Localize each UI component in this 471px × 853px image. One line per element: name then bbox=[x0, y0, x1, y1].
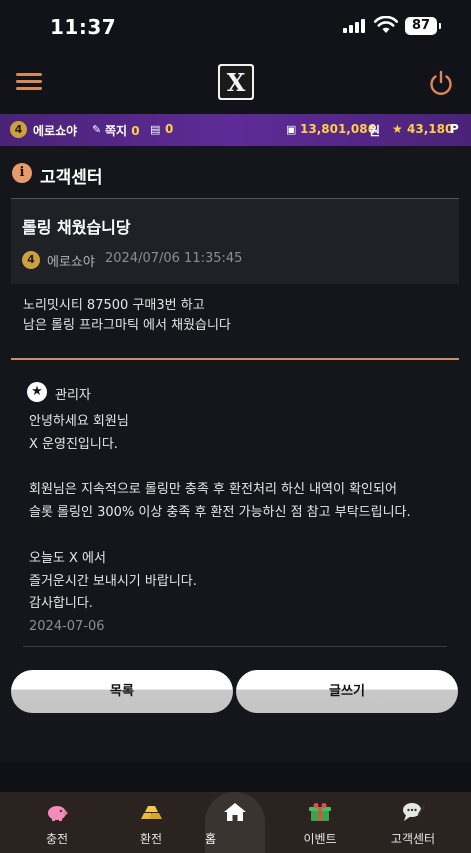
power-icon[interactable] bbox=[427, 69, 455, 97]
x-logo[interactable]: X bbox=[216, 62, 256, 102]
nav-label: 홈 bbox=[205, 832, 217, 846]
reply-body: 안녕하세요 회원님 X 운영진입니다. 회원님은 지속적으로 롤링만 충족 후 … bbox=[29, 414, 411, 612]
app-header: X bbox=[0, 52, 471, 114]
post-body-line: 남은 롤링 프라그마틱 에서 채웠습니다 bbox=[23, 318, 231, 333]
wallet-icon: ▣ bbox=[286, 123, 297, 136]
post-body-line: 노리밋시티 87500 구매3번 하고 bbox=[23, 298, 205, 313]
status-bar: 11:37 87 bbox=[0, 0, 471, 52]
divider bbox=[11, 358, 459, 360]
gift-icon bbox=[309, 803, 331, 821]
nav-label: 충전 bbox=[45, 832, 69, 846]
page-title-row: i 고객센터 bbox=[0, 146, 471, 194]
bottom-nav: 충전 환전 홈 이벤트 고객센터 bbox=[0, 792, 471, 853]
post-datetime: 2024/07/06 11:35:45 bbox=[105, 251, 243, 266]
divider bbox=[23, 646, 447, 647]
nav-home[interactable]: 홈 bbox=[205, 792, 265, 853]
write-button[interactable]: 글쓰기 bbox=[236, 670, 458, 713]
nav-event[interactable]: 이벤트 bbox=[275, 792, 365, 853]
point-balance: 43,180 bbox=[407, 122, 454, 136]
level-badge: 4 bbox=[10, 121, 27, 138]
reply-date: 2024-07-06 bbox=[29, 619, 105, 634]
nav-label: 이벤트 bbox=[303, 832, 337, 846]
hamburger-menu-icon[interactable] bbox=[16, 71, 42, 93]
nav-deposit[interactable]: 충전 bbox=[12, 792, 102, 853]
level-badge: 4 bbox=[22, 251, 40, 269]
nav-label: 고객센터 bbox=[390, 832, 436, 846]
nav-label: 환전 bbox=[139, 832, 163, 846]
svg-text:X: X bbox=[227, 68, 246, 97]
memo-link[interactable]: 쪽지 0 bbox=[105, 122, 140, 139]
message-icon: ▤ bbox=[150, 123, 161, 136]
battery-indicator: 87 bbox=[405, 17, 441, 35]
list-button[interactable]: 목록 bbox=[11, 670, 233, 713]
post-title: 롤링 채웠습니당 bbox=[22, 218, 131, 237]
support-chat-icon bbox=[403, 803, 425, 821]
money-balance: 13,801,086 bbox=[300, 122, 376, 136]
post-author: 에로쇼야 bbox=[47, 255, 95, 270]
status-time: 11:37 bbox=[50, 15, 117, 39]
reply-author: 관리자 bbox=[55, 388, 91, 403]
home-icon bbox=[224, 803, 246, 821]
footer-strip bbox=[0, 762, 471, 792]
memo-icon: ✎ bbox=[92, 123, 102, 136]
page-title: 고객센터 bbox=[40, 168, 103, 188]
star-icon: ★ bbox=[392, 122, 403, 136]
post-body: 노리밋시티 87500 구매3번 하고 남은 롤링 프라그마틱 에서 채웠습니다 bbox=[23, 296, 231, 336]
nav-support[interactable]: 고객센터 bbox=[368, 792, 458, 853]
wifi-icon bbox=[374, 16, 398, 33]
gold-bars-icon bbox=[141, 806, 162, 819]
info-icon: i bbox=[12, 163, 32, 183]
money-unit: 원 bbox=[369, 124, 381, 138]
cellular-signal-icon bbox=[343, 19, 367, 33]
piggy-bank-icon bbox=[48, 806, 68, 821]
message-count[interactable]: 0 bbox=[165, 122, 173, 136]
post-header: 롤링 채웠습니당 4 에로쇼야 2024/07/06 11:35:45 bbox=[11, 198, 459, 284]
username[interactable]: 에로쇼야 bbox=[33, 122, 77, 139]
admin-star-icon: ★ bbox=[27, 382, 47, 402]
user-info-bar: 4 에로쇼야 ✎ 쪽지 0 ▤ 0 ▣ 13,801,086 원 ★ 43,18… bbox=[0, 114, 471, 146]
point-unit: P bbox=[450, 122, 459, 136]
nav-withdraw[interactable]: 환전 bbox=[106, 792, 196, 853]
